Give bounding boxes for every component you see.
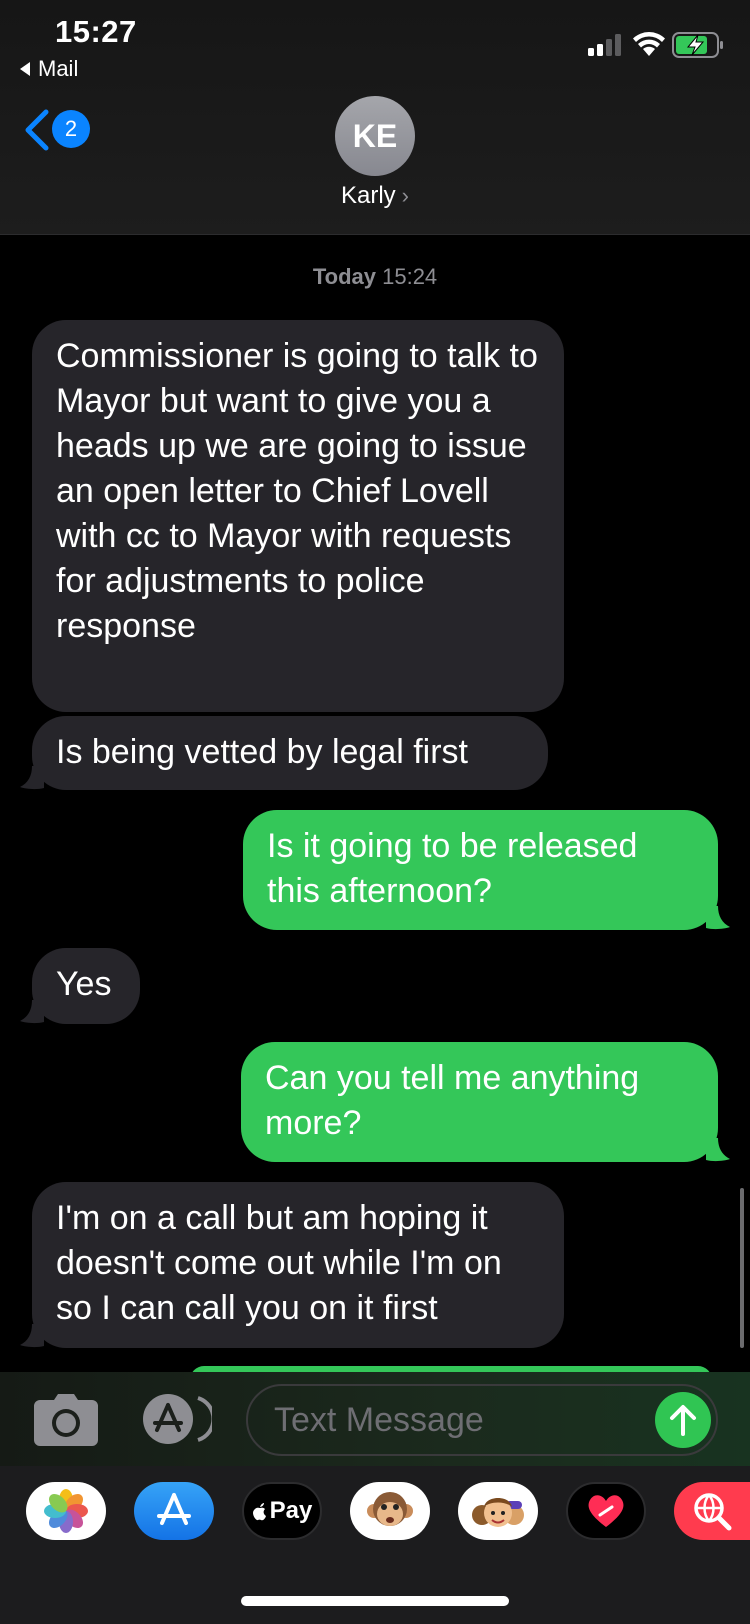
back-app-label: Mail xyxy=(38,56,79,81)
home-indicator[interactable] xyxy=(241,1596,509,1606)
outgoing-message-bubble[interactable]: Can you tell me anything more? xyxy=(241,1042,718,1162)
unread-count-badge[interactable]: 2 xyxy=(52,110,90,148)
animoji-app-button[interactable] xyxy=(350,1482,430,1540)
digital-touch-app-button[interactable] xyxy=(566,1482,646,1540)
contact-chevron-icon: › xyxy=(401,183,409,208)
apple-pay-app-button[interactable]: Pay xyxy=(242,1482,322,1540)
cellular-signal-icon xyxy=(588,34,621,56)
photos-icon xyxy=(44,1489,88,1533)
camera-icon[interactable] xyxy=(34,1394,98,1446)
timestamp-day: Today xyxy=(312,264,376,289)
send-button[interactable] xyxy=(655,1392,711,1448)
incoming-message-bubble[interactable]: Is being vetted by legal first xyxy=(32,716,548,790)
back-to-mail-link[interactable]: Mail xyxy=(20,56,78,82)
bubble-tail xyxy=(20,1000,44,1024)
battery-charging-icon xyxy=(672,32,723,58)
bubble-tail xyxy=(20,1324,44,1348)
image-search-app-button[interactable] xyxy=(674,1482,750,1540)
scroll-indicator[interactable] xyxy=(740,1188,744,1348)
bubble-tail xyxy=(706,1138,730,1162)
status-time: 15:27 xyxy=(55,14,137,49)
back-chevron-icon[interactable] xyxy=(22,108,52,152)
message-input[interactable] xyxy=(246,1384,718,1456)
bubble-tail xyxy=(20,766,44,790)
heart-icon xyxy=(588,1495,624,1527)
incoming-message-bubble[interactable]: Yes xyxy=(32,948,140,1024)
contact-name-button[interactable]: Karly › xyxy=(0,182,750,210)
app-store-icon[interactable] xyxy=(140,1394,212,1444)
contact-name: Karly xyxy=(340,182,396,209)
incoming-message-bubble[interactable]: I'm on a call but am hoping it doesn't c… xyxy=(32,1182,564,1348)
arrow-up-icon xyxy=(670,1405,696,1436)
apple-pay-label: Pay xyxy=(269,1497,313,1524)
apple-pay-icon xyxy=(252,1503,266,1521)
incoming-message-bubble[interactable]: Commissioner is going to talk to Mayor b… xyxy=(32,320,564,712)
wifi-icon xyxy=(633,32,665,56)
app-store-app-button[interactable] xyxy=(134,1482,214,1540)
monkey-icon xyxy=(367,1492,413,1526)
memoji-icon xyxy=(472,1498,524,1527)
status-bar: 15:27 Mail xyxy=(0,0,750,90)
bubble-tail xyxy=(706,906,730,930)
back-triangle-icon xyxy=(20,62,30,76)
contact-avatar[interactable]: KE xyxy=(335,96,415,176)
thread-timestamp: Today 15:24 xyxy=(0,264,750,290)
memoji-app-button[interactable] xyxy=(458,1482,538,1540)
outgoing-message-bubble[interactable]: Is it going to be released this afternoo… xyxy=(243,810,718,930)
timestamp-time: 15:24 xyxy=(382,264,438,289)
globe-search-icon xyxy=(694,1493,732,1531)
app-store-icon xyxy=(157,1493,191,1525)
photos-app-button[interactable] xyxy=(26,1482,106,1540)
